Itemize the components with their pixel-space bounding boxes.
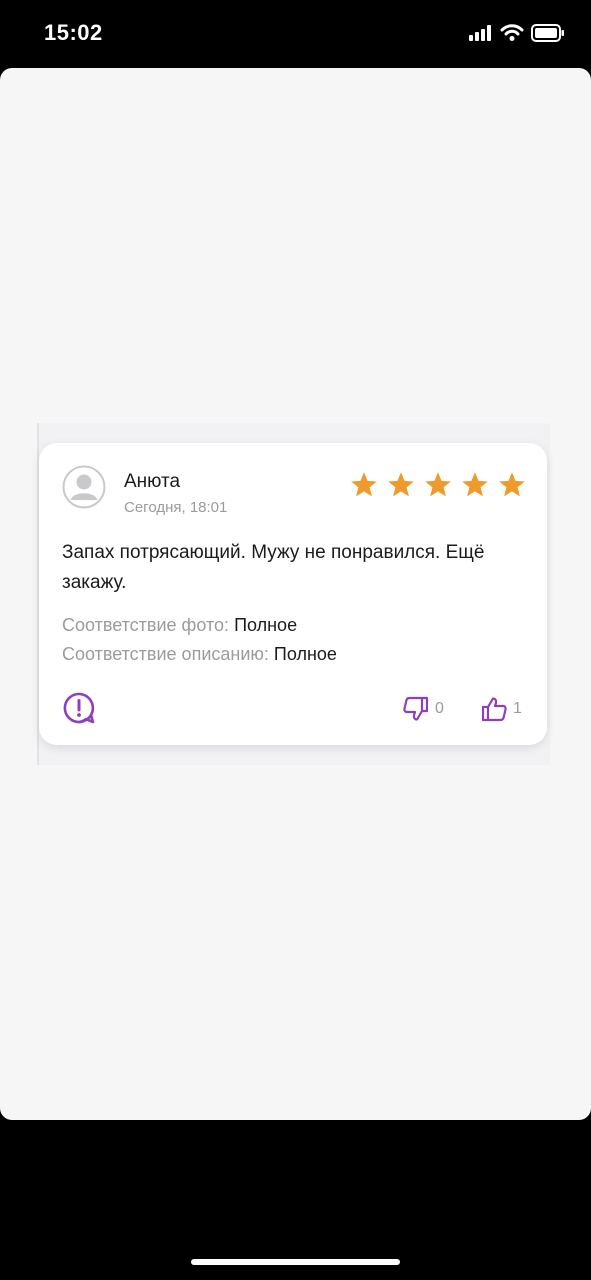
- signal-icon: [469, 25, 491, 41]
- status-icons: [469, 24, 565, 42]
- star-icon: [499, 472, 525, 497]
- attribute-value: Полное: [273, 644, 337, 664]
- report-icon[interactable]: [62, 691, 96, 725]
- dislike-count: 0: [435, 700, 444, 717]
- star-icon: [388, 472, 414, 497]
- wifi-icon: [500, 24, 524, 41]
- star-icon: [462, 472, 488, 497]
- review-text: Запах потрясающий. Мужу не понравился. Е…: [62, 542, 485, 593]
- attribute-description-match: Соответствие описанию: Полное: [62, 644, 337, 665]
- status-bar: 15:02: [0, 0, 591, 68]
- attribute-label: Соответствие фото:: [62, 615, 230, 635]
- review-screenshot: Анюта Сегодня, 18:01 Запах потрясающий. …: [37, 423, 550, 765]
- star-rating: [349, 471, 527, 499]
- thumbs-down-icon: [403, 696, 429, 721]
- battery-icon: [531, 24, 564, 42]
- review-date: Сегодня, 18:01: [124, 499, 228, 516]
- thumbs-up-icon: [481, 697, 507, 722]
- review-card: Анюта Сегодня, 18:01 Запах потрясающий. …: [39, 443, 547, 745]
- avatar-placeholder-icon: [62, 465, 106, 509]
- dislike-button[interactable]: 0: [402, 695, 444, 723]
- like-button[interactable]: 1: [480, 695, 522, 723]
- attribute-value: Полное: [234, 615, 298, 635]
- viewer-sheet: Анюта Сегодня, 18:01 Запах потрясающий. …: [0, 68, 591, 1120]
- attribute-photo-match: Соответствие фото: Полное: [62, 615, 297, 636]
- like-count: 1: [513, 700, 522, 717]
- attribute-label: Соответствие описанию:: [62, 644, 269, 664]
- status-time: 15:02: [44, 20, 103, 45]
- home-indicator[interactable]: [191, 1259, 400, 1265]
- star-icon: [351, 472, 377, 497]
- author-name: Анюта: [124, 471, 181, 492]
- star-icon: [425, 472, 451, 497]
